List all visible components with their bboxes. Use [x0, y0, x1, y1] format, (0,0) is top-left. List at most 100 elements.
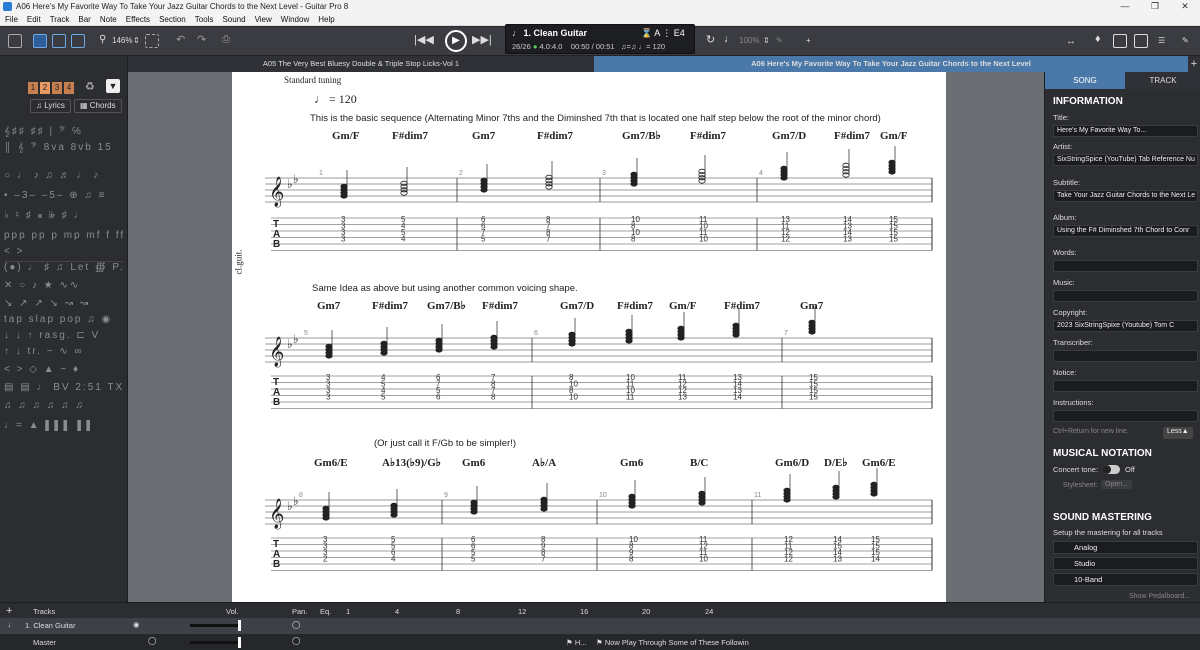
tab-fret-number[interactable]: 11	[626, 393, 635, 402]
chord-name[interactable]: F#dim7	[834, 130, 871, 142]
tab-fret-number[interactable]: 6	[436, 393, 441, 402]
notehead[interactable]	[677, 325, 685, 331]
menu-help[interactable]: Help	[318, 15, 334, 24]
tab-fret-number[interactable]: 10	[569, 393, 578, 402]
close-button[interactable]: ✕	[1170, 0, 1200, 13]
notehead[interactable]	[732, 322, 740, 328]
notehead[interactable]	[808, 319, 816, 325]
tab-fret-number[interactable]: 15	[809, 393, 818, 402]
notehead[interactable]	[842, 162, 850, 169]
visibility-icon[interactable]: ◉	[133, 620, 140, 629]
mastering-analog[interactable]: Analog	[1053, 541, 1198, 554]
master-knob[interactable]: ◯	[148, 636, 156, 645]
voice-3[interactable]: 3	[52, 82, 62, 94]
palette-automation-row[interactable]: ♩= ▲ ▌▌▌ ▌▌	[4, 420, 124, 436]
menu-view[interactable]: View	[255, 15, 272, 24]
chord-name[interactable]: Gm/F	[332, 130, 360, 142]
transcriber-field[interactable]	[1053, 350, 1198, 362]
go-end-icon[interactable]: ▶▶|	[472, 33, 492, 46]
notehead[interactable]	[470, 499, 478, 505]
notehead[interactable]	[783, 487, 791, 493]
chord-name[interactable]: F#dim7	[617, 300, 654, 312]
tab-fret-number[interactable]: 3	[341, 235, 346, 244]
chords-tab[interactable]: ▦ Chords	[74, 99, 122, 113]
master-volume-slider[interactable]	[190, 641, 238, 644]
notehead[interactable]	[390, 502, 398, 508]
chord-name[interactable]: Gm7/B♭	[622, 130, 661, 142]
volume-level[interactable]: 100%	[739, 36, 759, 45]
notehead[interactable]	[545, 174, 553, 181]
print-icon[interactable]: ⎙	[222, 34, 230, 45]
menu-tools[interactable]: Tools	[195, 15, 214, 24]
voice-4[interactable]: 4	[64, 82, 74, 94]
palette-tap-row[interactable]: tap slap pop ♫ ◉	[4, 314, 124, 330]
palette-vibrato-row[interactable]: ↑ ↓ tr. ~ ∿ ∞	[4, 346, 124, 362]
menu-bar-item[interactable]: Bar	[78, 15, 90, 24]
chord-name[interactable]: Gm7/B♭	[427, 300, 466, 312]
tempo-value[interactable]: = 120	[646, 42, 665, 51]
palette-effects-row[interactable]: (●) ♩ ♯ ♫ Let ∰ P.M.	[4, 262, 124, 278]
chord-name[interactable]: F#dim7	[482, 300, 519, 312]
voice-2[interactable]: 2	[40, 82, 50, 94]
notehead[interactable]	[322, 505, 330, 511]
tab-fret-number[interactable]: 7	[546, 235, 551, 244]
notehead[interactable]	[630, 171, 638, 178]
chord-name[interactable]: Gm/F	[669, 300, 697, 312]
palette-dropdown-icon[interactable]: ▼	[106, 79, 120, 93]
go-start-icon[interactable]: |◀◀	[414, 33, 434, 46]
menu-window[interactable]: Window	[281, 15, 309, 24]
palette-ghost-row[interactable]: ✕ ○ ♪ ★ ∿∿	[4, 280, 124, 296]
artist-field[interactable]: SixStringSpice (YouTube) Tab Reference N…	[1053, 154, 1198, 166]
menu-sound[interactable]: Sound	[222, 15, 245, 24]
pen-icon[interactable]: ✎	[776, 36, 783, 45]
palette-section-row[interactable]: ▤ ▤ ♩ BV 2:51 TXT A	[4, 382, 124, 398]
new-tab-icon[interactable]: +	[1188, 56, 1200, 72]
title-field[interactable]: Here's My Favorite Way To...	[1053, 125, 1198, 137]
notice-field[interactable]	[1053, 380, 1198, 392]
notehead[interactable]	[540, 496, 548, 502]
menu-file[interactable]: File	[5, 15, 18, 24]
menu-track[interactable]: Track	[50, 15, 70, 24]
split-view-icon[interactable]: ↔	[1066, 36, 1076, 47]
album-field[interactable]: Using the F# Diminshed 7th Chord to Conr	[1053, 225, 1198, 237]
chord-name[interactable]: Gm7/D	[772, 130, 806, 142]
palette-stroke-row[interactable]: ↓ ↓ ↑ rasg. ⊏ V	[4, 330, 124, 346]
tab-fret-number[interactable]: 15	[889, 235, 898, 244]
palette-duration-row[interactable]: ○ ♩ ♪ ♫ ♬ ♩ ♪	[4, 170, 124, 186]
tab-fret-number[interactable]: 12	[784, 555, 793, 564]
tab-fret-number[interactable]: 2	[323, 555, 328, 564]
less-button[interactable]: Less▲	[1163, 427, 1193, 439]
chord-name[interactable]: D/E♭	[824, 457, 848, 469]
tab-fret-number[interactable]: 10	[699, 235, 708, 244]
tab-fret-number[interactable]: 5	[481, 235, 486, 244]
tracks-label[interactable]: Tracks	[33, 607, 55, 616]
menu-note[interactable]: Note	[100, 15, 117, 24]
zoom-stepper-icon[interactable]: ⇕	[133, 36, 140, 45]
score-page[interactable]: This is the basic sequence (Alternating …	[232, 72, 946, 602]
lock-icon[interactable]	[8, 34, 22, 48]
tab-fret-number[interactable]: 13	[678, 393, 687, 402]
copyright-field[interactable]: 2023 SixStringSpixe (Youtube) Tom C	[1053, 320, 1198, 332]
notehead[interactable]	[780, 165, 788, 172]
master-volume-handle[interactable]	[238, 637, 241, 648]
menu-section[interactable]: Section	[159, 15, 186, 24]
music-field[interactable]	[1053, 290, 1198, 302]
tab-fret-number[interactable]: 5	[471, 555, 476, 564]
menu-effects[interactable]: Effects	[126, 15, 150, 24]
instrument-view-icon[interactable]	[1113, 34, 1127, 48]
section-marker-2[interactable]: ⚑ Now Play Through Some of These Followi…	[596, 638, 749, 647]
chord-name[interactable]: Gm7/D	[560, 300, 594, 312]
chord-name[interactable]: Gm7	[800, 300, 824, 312]
chord-name[interactable]: Gm6/E	[314, 457, 348, 469]
repeat-icon[interactable]: ♻	[85, 80, 95, 93]
show-pedalboard-link[interactable]: Show Pedalboard...	[1129, 593, 1190, 600]
voice-1[interactable]: 1	[28, 82, 38, 94]
lyrics-tab[interactable]: ♫ Lyrics	[30, 99, 71, 113]
chord-name[interactable]: A♭13(♭9)/G♭	[382, 457, 441, 469]
redo-icon[interactable]: ↷	[197, 33, 206, 46]
tuner-icon[interactable]: ✎	[1182, 36, 1189, 45]
tab-song[interactable]: SONG	[1045, 72, 1125, 89]
guitar-icon[interactable]: ♦	[1095, 33, 1101, 45]
chord-name[interactable]: F#dim7	[690, 130, 727, 142]
palette-accent-row[interactable]: < > ◇ ▲ − ♦	[4, 364, 124, 380]
